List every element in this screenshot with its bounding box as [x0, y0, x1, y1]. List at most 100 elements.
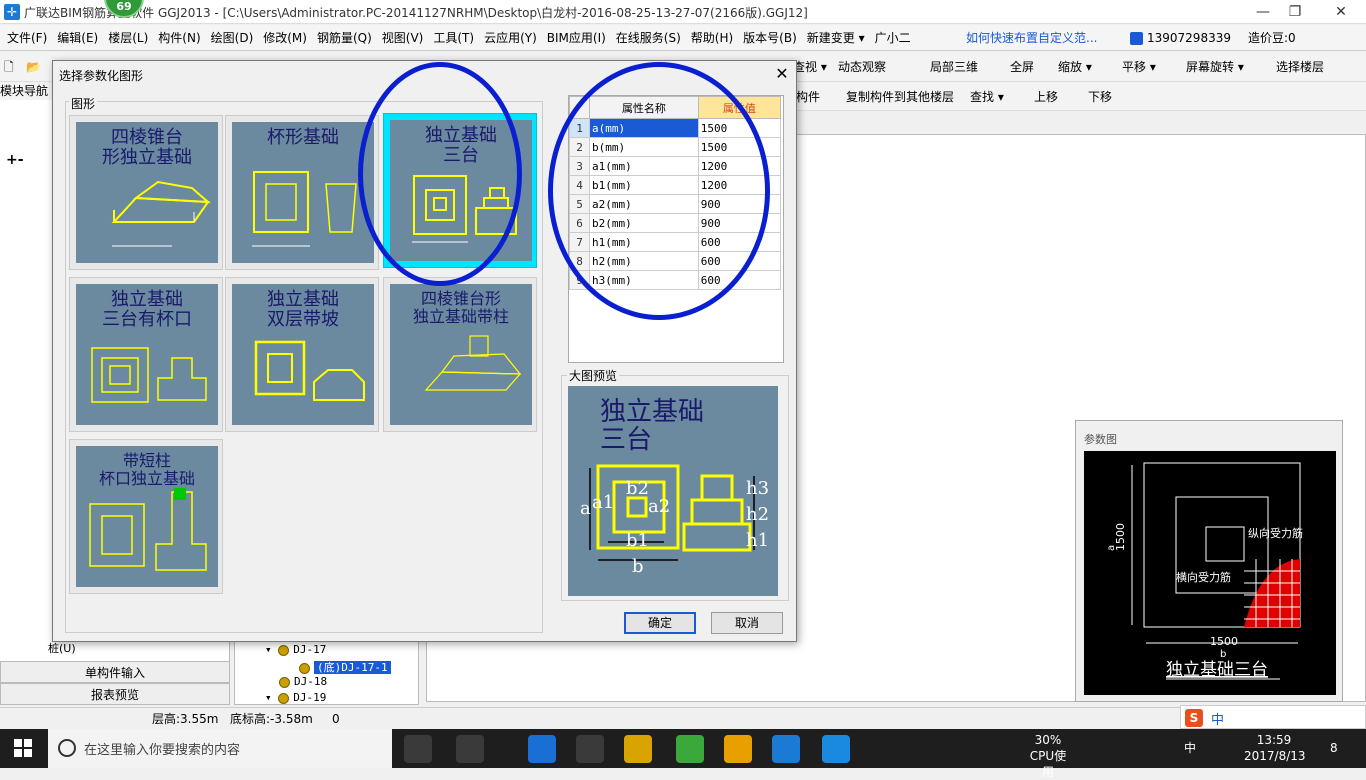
toolbar-copy-to-floors[interactable]: 复制构件到其他楼层	[846, 83, 954, 111]
ime-toolbar[interactable]: S 中	[1180, 705, 1366, 729]
explorer-icon[interactable]	[624, 735, 652, 763]
menu-item[interactable]: 在线服务(S)	[611, 25, 686, 51]
tree-node-selected[interactable]: (底)DJ-17-1	[299, 659, 391, 675]
taskbar-search[interactable]: 在这里输入你要搜索的内容	[48, 729, 392, 768]
notes-icon[interactable]	[724, 735, 752, 763]
cell-value[interactable]: 1500	[697, 137, 782, 157]
cancel-button[interactable]: 取消	[711, 612, 783, 634]
toolbar-fullscreen[interactable]: 全屏	[1010, 52, 1034, 82]
toolbar-component[interactable]: 构件	[796, 83, 820, 111]
table-row[interactable]: 2 b(mm) 1500	[569, 137, 782, 157]
help-link[interactable]: 如何快速布置自定义范...	[966, 25, 1097, 51]
glodon-cloud-icon[interactable]	[822, 735, 850, 763]
table-row[interactable]: 6 b2(mm) 900	[569, 213, 782, 233]
close-window-button[interactable]: ✕	[1326, 2, 1356, 22]
header-name: 属性名称	[589, 96, 699, 119]
shape-thumb-pyramid[interactable]: 四棱锥台 形独立基础	[69, 115, 223, 270]
toolbar-pan[interactable]: 平移 ▾	[1122, 52, 1156, 82]
menu-item[interactable]: 帮助(H)	[686, 25, 738, 51]
toolbar-select-floor[interactable]: 选择楼层	[1276, 52, 1324, 82]
lang-indicator[interactable]: 中	[1184, 740, 1196, 756]
clock[interactable]: 13:59 2017/8/13	[1244, 732, 1306, 764]
toolbar-orbit[interactable]: 动态观察	[838, 52, 886, 82]
cpu-usage: 30% CPU使用	[1026, 732, 1070, 780]
param-graph-panel: 参数图 1500 a 1500 b 纵向受力筋 横向受力筋 独立基础三台	[1075, 420, 1343, 702]
cell-value[interactable]: 600	[697, 270, 782, 290]
menu-item[interactable]: 视图(V)	[377, 25, 429, 51]
toolbar-zoom[interactable]: 缩放 ▾	[1058, 52, 1092, 82]
tree-node[interactable]: ▾ DJ-17	[265, 643, 326, 656]
edge-icon[interactable]	[528, 735, 556, 763]
table-row[interactable]: 3 a1(mm) 1200	[569, 156, 782, 176]
menu-item[interactable]: 新建变更 ▾	[802, 25, 870, 51]
store-icon[interactable]	[576, 735, 604, 763]
glodon-icon[interactable]	[772, 735, 800, 763]
expand-all-icon[interactable]: +-	[6, 152, 24, 168]
report-preview-button[interactable]: 报表预览	[0, 683, 230, 705]
menu-item[interactable]: 版本号(B)	[738, 25, 802, 51]
open-folder-icon[interactable]: 📂	[26, 52, 41, 82]
toolbar-view[interactable]: 查视 ▾	[793, 52, 827, 82]
browser-icon[interactable]	[676, 735, 704, 763]
shape-thumb-pyramid-column[interactable]: 四棱锥台形 独立基础带柱	[383, 277, 537, 432]
menu-item[interactable]: 广小二	[870, 25, 916, 51]
toolbar-move-down[interactable]: 下移	[1088, 83, 1112, 111]
menu-item[interactable]: 楼层(L)	[103, 25, 153, 51]
toolbar-local-3d[interactable]: 局部三维	[930, 52, 978, 82]
param-label-b: b	[1220, 649, 1226, 660]
tree-node[interactable]: DJ-18	[279, 675, 327, 688]
menu-item[interactable]: 工具(T)	[428, 25, 479, 51]
menu-item[interactable]: 文件(F)	[2, 25, 52, 51]
notification-count[interactable]: 8	[1330, 740, 1338, 756]
cell-value[interactable]: 1200	[697, 175, 782, 195]
taskbar: 在这里输入你要搜索的内容 30% CPU使用 中 13:59 2017/8/13 8	[0, 729, 1366, 779]
cell-value[interactable]: 900	[697, 213, 782, 233]
table-row[interactable]: 1 a(mm) 1500	[569, 118, 782, 138]
shape-thumb-cup[interactable]: 杯形基础	[225, 115, 379, 270]
param-label-a: a	[1106, 545, 1117, 551]
ok-button[interactable]: 确定	[624, 612, 696, 634]
single-component-button[interactable]: 单构件输入	[0, 661, 230, 683]
property-table[interactable]: 属性名称 属性值 1 a(mm) 1500 2 b(mm) 1500 3 a1(mm) 1200…	[568, 95, 784, 363]
menu-item[interactable]: 构件(N)	[153, 25, 205, 51]
menu-item[interactable]: 云应用(Y)	[479, 25, 542, 51]
user-phone[interactable]: 13907298339	[1130, 25, 1231, 51]
table-row[interactable]: 4 b1(mm) 1200	[569, 175, 782, 195]
table-row[interactable]: 7 h1(mm) 600	[569, 232, 782, 252]
table-row[interactable]: 9 h3(mm) 600	[569, 270, 782, 290]
ime-lang[interactable]: 中	[1211, 709, 1224, 728]
shape-thumb-double-slope[interactable]: 独立基础 双层带坡	[225, 277, 379, 432]
minimize-button[interactable]: —	[1248, 2, 1278, 22]
restore-button[interactable]: ❐	[1280, 2, 1310, 22]
toolbar-find[interactable]: 查找 ▾	[970, 83, 1004, 111]
cell-value[interactable]: 900	[697, 194, 782, 214]
tree-node[interactable]: ▾ DJ-19	[265, 691, 326, 704]
menu-item[interactable]: 修改(M)	[258, 25, 312, 51]
toolbar-move-up[interactable]: 上移	[1034, 83, 1058, 111]
preview-label-h3: h3	[746, 478, 769, 499]
cell-value[interactable]: 1500	[697, 118, 782, 138]
dialog-close-button[interactable]: ✕	[771, 63, 793, 85]
cell-idx: 6	[569, 213, 590, 233]
task-view-icon[interactable]	[404, 735, 432, 763]
menu-item[interactable]: BIM应用(I)	[542, 25, 611, 51]
table-row[interactable]: 8 h2(mm) 600	[569, 251, 782, 271]
table-row[interactable]: 5 a2(mm) 900	[569, 194, 782, 214]
nav-pile[interactable]: 桩(U)	[48, 640, 76, 656]
param-graph-title: 参数图	[1084, 433, 1117, 446]
cell-value[interactable]: 1200	[697, 156, 782, 176]
menu-item[interactable]: 钢筋量(Q)	[312, 25, 377, 51]
windows-start-icon[interactable]	[14, 739, 32, 757]
shape-thumb-short-column-cup[interactable]: 带短柱 杯口独立基础	[69, 439, 223, 594]
shape-thumb-three-step[interactable]: 独立基础 三台	[383, 113, 537, 268]
toolbar-rotate[interactable]: 屏幕旋转 ▾	[1186, 52, 1244, 82]
menu-item[interactable]: 绘图(D)	[206, 25, 259, 51]
cell-value[interactable]: 600	[697, 232, 782, 252]
pyramid-shape-icon	[111, 180, 211, 247]
new-file-icon[interactable]: 🗋	[4, 52, 14, 82]
app-icon-swirl[interactable]	[456, 735, 484, 763]
shape-thumb-three-step-cup[interactable]: 独立基础 三台有杯口	[69, 277, 223, 432]
menu-item[interactable]: 编辑(E)	[52, 25, 103, 51]
preview-label-a1: a1	[592, 492, 614, 513]
cell-value[interactable]: 600	[697, 251, 782, 271]
